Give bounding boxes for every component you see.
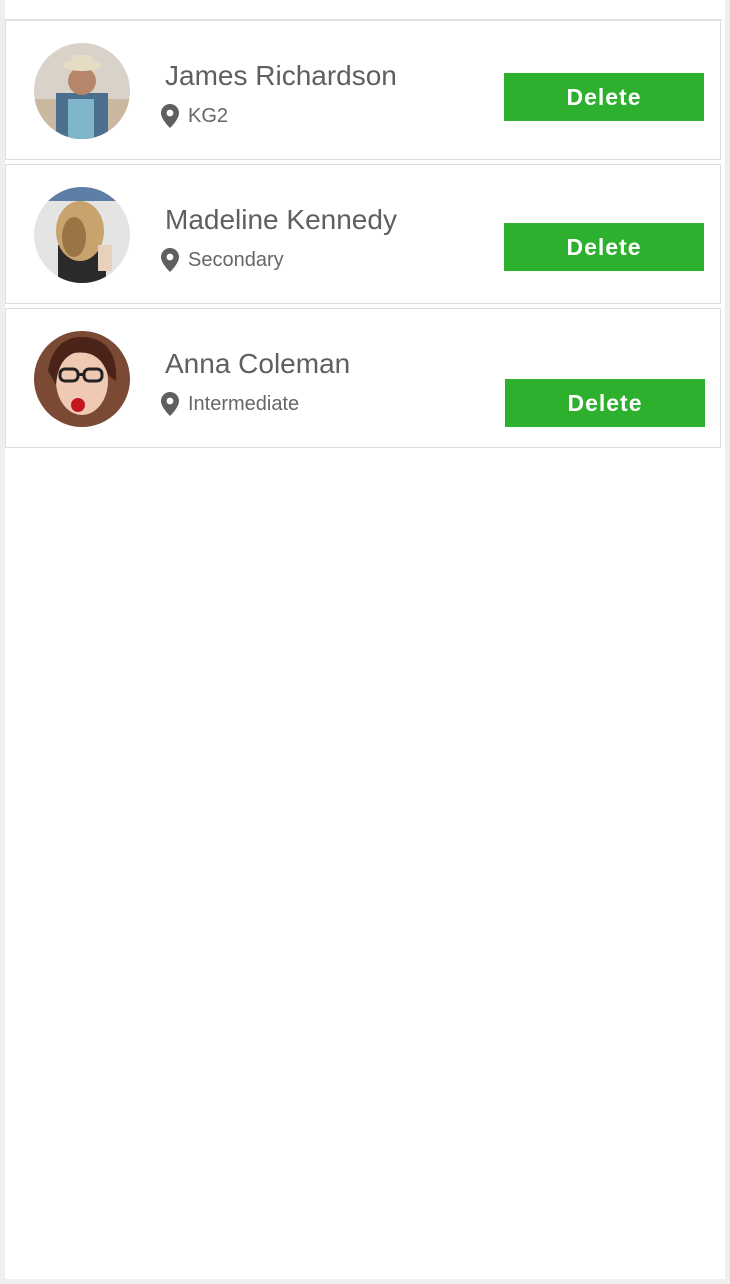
student-card[interactable]: Anna Coleman Intermediate Delete: [5, 308, 721, 448]
student-level-row: Intermediate: [161, 391, 299, 417]
list-header-strip: [5, 0, 723, 20]
avatar: [34, 187, 130, 283]
student-card[interactable]: James Richardson KG2 Delete: [5, 20, 721, 160]
student-level: Intermediate: [188, 392, 300, 415]
delete-button[interactable]: Delete: [504, 223, 704, 271]
student-list-screen: James Richardson KG2 Delete Madeline Ken…: [5, 0, 725, 1279]
student-name: James Richardson: [165, 60, 397, 91]
location-pin-icon: [161, 104, 179, 128]
student-level-row: Secondary: [161, 247, 284, 273]
student-level: Secondary: [188, 248, 284, 271]
location-pin-icon: [161, 392, 179, 416]
avatar: [34, 331, 130, 427]
avatar: [34, 43, 130, 139]
delete-button[interactable]: Delete: [505, 379, 705, 427]
student-name: Madeline Kennedy: [165, 204, 397, 235]
student-name: Anna Coleman: [165, 348, 351, 379]
student-level: KG2: [188, 104, 229, 127]
student-card[interactable]: Madeline Kennedy Secondary Delete: [5, 164, 721, 304]
location-pin-icon: [161, 248, 179, 272]
student-level-row: KG2: [161, 103, 228, 129]
delete-button[interactable]: Delete: [504, 73, 704, 121]
